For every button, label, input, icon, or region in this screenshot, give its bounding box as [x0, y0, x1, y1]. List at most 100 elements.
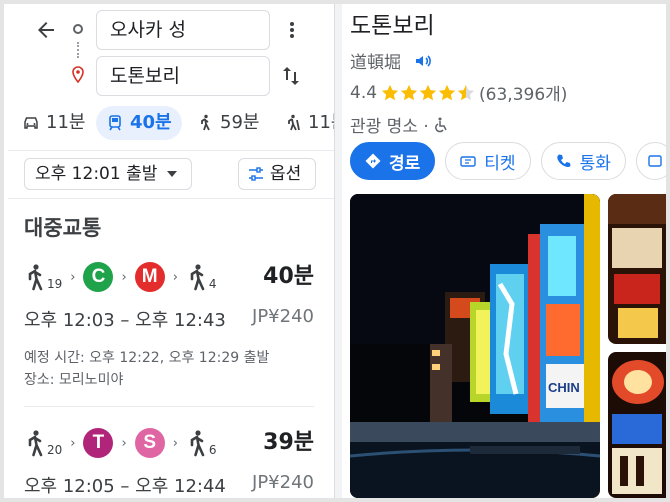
line-badge: C — [83, 262, 114, 292]
destination-pin-icon — [72, 66, 84, 84]
walk-icon — [190, 264, 205, 291]
star-icon — [438, 84, 456, 100]
walk-icon — [28, 264, 43, 291]
route-location-note: 장소: 모리노미야 — [24, 372, 124, 388]
native-name: 道頓堀 — [350, 53, 401, 73]
walk-cane-icon — [288, 114, 300, 131]
route-duration: 39분 — [263, 430, 314, 455]
directions-label: 경로 — [389, 153, 421, 174]
category-row: 관광 명소 · — [350, 112, 449, 137]
native-name-row: 道頓堀 — [350, 48, 433, 73]
car-icon — [24, 117, 38, 129]
sliders-icon — [249, 167, 263, 181]
departure-time-select[interactable]: 오후 12:01 출발 — [24, 158, 192, 190]
dropdown-caret-icon — [167, 171, 178, 177]
route-time-range: 오후 12:03 – 오후 12:43 — [24, 310, 226, 331]
tab-walk-label: 59분 — [220, 112, 260, 133]
more-action-button[interactable] — [635, 142, 666, 180]
walk-icon — [190, 430, 205, 457]
star-icon — [400, 84, 418, 100]
route-steps: 20 › T › S › 6 — [24, 426, 217, 460]
place-photo-thumb[interactable] — [608, 352, 666, 498]
directions-panel: 오사카 성 도톤보리 11분 40분 59분 11분 오후 12:01 출발 옵… — [4, 4, 334, 498]
options-button[interactable]: 옵션 — [238, 158, 316, 190]
route-connector-dots — [77, 42, 79, 58]
departure-time-value: 오후 12:01 출발 — [35, 164, 158, 184]
more-options-icon[interactable] — [282, 18, 302, 42]
tab-drive-label: 11분 — [46, 112, 86, 133]
star-rating — [381, 84, 475, 102]
place-category: 관광 명소 · — [350, 117, 429, 137]
ticket-icon — [460, 156, 476, 167]
pane-divider[interactable] — [334, 4, 342, 498]
walk-icon — [28, 430, 43, 457]
walk-step: 6 — [186, 429, 217, 457]
speaker-icon[interactable] — [413, 51, 433, 71]
swap-directions-icon[interactable] — [280, 64, 302, 88]
share-icon — [648, 155, 662, 167]
divider — [24, 406, 314, 407]
walk-minutes: 20 — [47, 443, 63, 457]
rating-value: 4.4 — [350, 82, 378, 103]
route-schedule-note: 예정 시간: 오후 12:22, 오후 12:29 출발 — [24, 350, 270, 366]
tab-transit[interactable]: 40분 — [96, 106, 182, 140]
call-label: 통화 — [579, 153, 611, 174]
walk-step: 4 — [186, 263, 217, 291]
travel-mode-tabs: 11분 40분 59분 11분 — [4, 104, 334, 144]
divider — [8, 150, 334, 151]
chevron-right-icon: › — [121, 269, 127, 285]
chevron-right-icon: › — [70, 435, 76, 451]
place-photo-main[interactable]: CHIN — [350, 194, 600, 498]
tickets-label: 티켓 — [484, 153, 516, 174]
origin-input[interactable]: 오사카 성 — [96, 10, 270, 50]
section-title: 대중교통 — [24, 216, 102, 240]
dotonbori-night-photo: CHIN — [350, 194, 600, 498]
line-badge: S — [134, 428, 165, 458]
tab-walk[interactable]: 59분 — [196, 106, 259, 140]
train-icon — [109, 115, 121, 131]
directions-icon — [365, 153, 381, 169]
restaurant-signs-photo — [608, 352, 666, 498]
place-title: 도톤보리 — [350, 13, 435, 39]
chevron-right-icon: › — [121, 435, 127, 451]
wheelchair-icon — [434, 117, 447, 132]
tab-bike-label: 11분 — [308, 112, 334, 133]
tab-transit-label: 40분 — [130, 112, 172, 133]
back-arrow-icon[interactable] — [34, 18, 58, 42]
walk-icon — [201, 114, 210, 131]
options-label: 옵션 — [270, 164, 302, 184]
tab-drive[interactable]: 11분 — [22, 106, 85, 140]
call-button[interactable]: 통화 — [540, 142, 626, 180]
action-buttons: 경로 티켓 통화 — [350, 142, 666, 182]
line-badge: M — [134, 262, 165, 292]
chevron-right-icon: › — [70, 269, 76, 285]
svg-text:CHIN: CHIN — [548, 380, 580, 395]
route-fare: JP¥240 — [252, 472, 314, 493]
divider — [8, 198, 334, 199]
street-signs-photo — [608, 194, 666, 344]
origin-dot-icon — [73, 24, 83, 34]
route-duration: 40분 — [263, 264, 314, 289]
destination-input[interactable]: 도톤보리 — [96, 56, 270, 96]
place-panel: 도톤보리 道頓堀 4.4 (63,396개) 관광 명소 · 경로 티켓 통화 — [342, 4, 666, 498]
route-option[interactable]: 20 › T › S › 6 39분 오후 12:05 – 오후 12:44 J… — [4, 426, 334, 498]
phone-icon — [556, 154, 571, 168]
route-steps: 19 › C › M › 4 — [24, 260, 217, 294]
directions-button[interactable]: 경로 — [350, 142, 436, 180]
route-time-range: 오후 12:05 – 오후 12:44 — [24, 476, 226, 497]
walk-step: 19 — [24, 263, 62, 291]
star-half-icon — [457, 84, 475, 100]
walk-minutes: 4 — [208, 277, 217, 291]
tab-bike[interactable]: 11분 — [284, 106, 334, 140]
rating-row: 4.4 (63,396개) — [350, 80, 567, 106]
walk-minutes: 19 — [47, 277, 63, 291]
star-icon — [419, 84, 437, 100]
walk-step: 20 — [24, 429, 62, 457]
place-photo-thumb[interactable] — [608, 194, 666, 344]
review-count[interactable]: (63,396개) — [479, 80, 567, 105]
route-fare: JP¥240 — [252, 306, 314, 327]
route-option[interactable]: 19 › C › M › 4 40분 오후 12:03 – 오후 12:43 J… — [4, 260, 334, 400]
star-icon — [381, 84, 399, 100]
chevron-right-icon: › — [172, 269, 178, 285]
tickets-button[interactable]: 티켓 — [445, 142, 531, 180]
